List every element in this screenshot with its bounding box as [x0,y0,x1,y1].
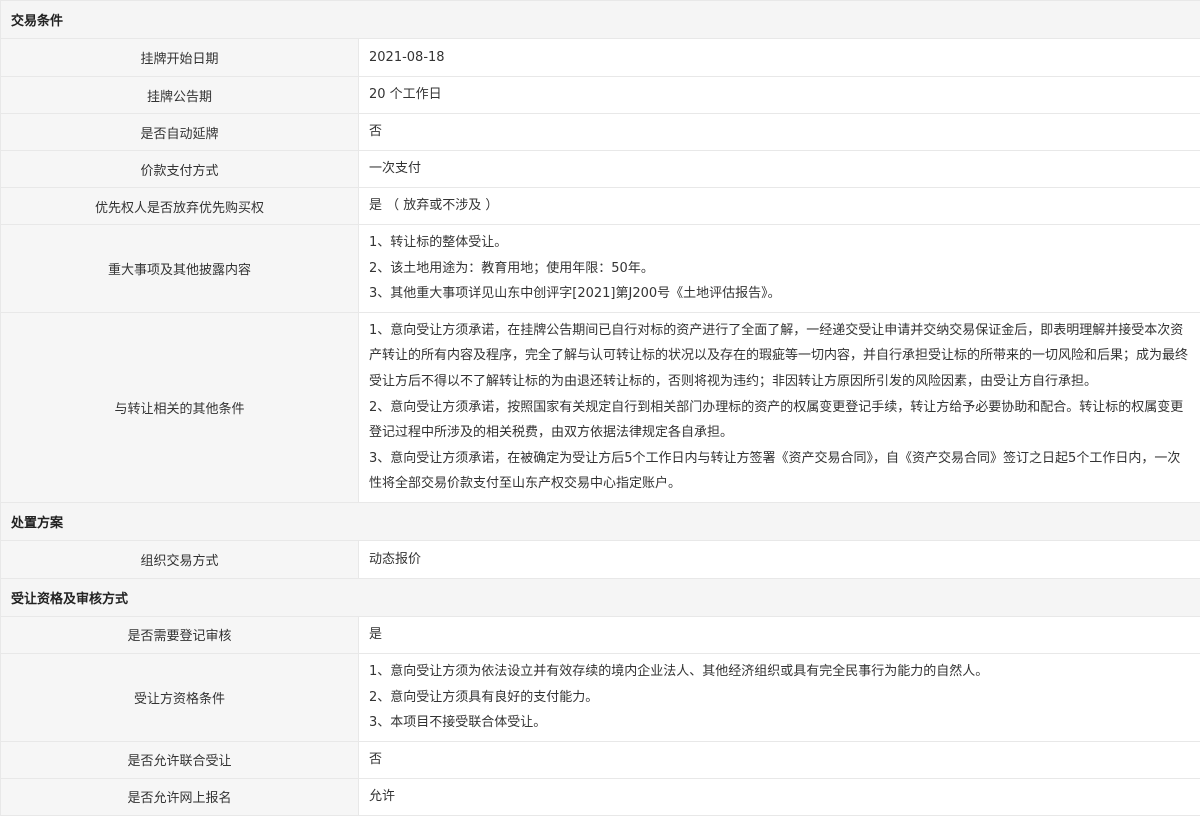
row-label: 重大事项及其他披露内容 [0,224,359,313]
table-row-listing-period: 挂牌公告期 20 个工作日 [0,76,1200,114]
transferee-qualification-value: 1、意向受让方须为依法设立并有效存续的境内企业法人、其他经济组织或具有完全民事行… [357,652,1200,742]
table-row-payment-method: 价款支付方式 一次支付 [0,150,1200,188]
major-matters-value: 1、转让标的整体受让。 2、该土地用途为：教育用地；使用年限：50年。 3、其他… [357,224,1200,313]
section-header-qualification: 受让资格及审核方式 [0,577,1200,617]
list-item: 3、其他重大事项详见山东中创评字[2021]第J200号《土地评估报告》。 [369,286,781,302]
list-item: 2、意向受让方须具有良好的支付能力。 [369,689,599,705]
list-item: 1、意向受让方须承诺，在挂牌公告期间已自行对标的资产进行了全面了解，一经递交受让… [369,322,1189,389]
row-label: 挂牌公告期 [0,76,359,114]
table-row-organize-method: 组织交易方式 动态报价 [0,539,1200,579]
listing-start-date: 2021-08-18 [357,38,1200,77]
list-item: 2、意向受让方须承诺，按照国家有关规定自行到相关部门办理标的资产的权属变更登记手… [369,399,1184,441]
table-row-registration-review: 是否需要登记审核 是 [0,615,1200,654]
row-label: 是否自动延牌 [0,113,359,151]
project-info-table: 交易条件 挂牌开始日期 2021-08-18 挂牌公告期 20 个工作日 是否自… [0,0,1200,816]
list-item: 3、本项目不接受联合体受让。 [369,715,547,731]
row-label: 挂牌开始日期 [0,38,359,77]
joint-transfer-value: 否 [357,740,1200,779]
other-conditions-value: 1、意向受让方须承诺，在挂牌公告期间已自行对标的资产进行了全面了解，一经递交受让… [357,311,1200,503]
row-label: 是否允许网上报名 [0,777,359,816]
row-label: 优先权人是否放弃优先购买权 [0,187,359,225]
section-title: 交易条件 [0,0,1200,39]
section-header-disposal-plan: 处置方案 [0,501,1200,541]
table-row-online-registration: 是否允许网上报名 允许 [0,777,1200,816]
preemptive-right-value: 是 （ 放弃或不涉及 ） [357,187,1200,225]
section-title: 受让资格及审核方式 [0,577,1200,617]
list-item: 1、转让标的整体受让。 [369,235,508,250]
payment-method-value: 一次支付 [357,150,1200,188]
list-item: 3、意向受让方须承诺，在被确定为受让方后5个工作日内与转让方签署《资产交易合同》… [369,450,1181,492]
row-label: 受让方资格条件 [0,652,359,742]
list-item: 2、该土地用途为：教育用地；使用年限：50年。 [369,260,654,276]
table-row-auto-extend: 是否自动延牌 否 [0,113,1200,151]
auto-extend-value: 否 [357,113,1200,151]
organize-method-value: 动态报价 [357,539,1200,579]
table-row-joint-transfer: 是否允许联合受让 否 [0,740,1200,779]
table-row-other-conditions: 与转让相关的其他条件 1、意向受让方须承诺，在挂牌公告期间已自行对标的资产进行了… [0,311,1200,503]
registration-review-value: 是 [357,615,1200,654]
online-registration-value: 允许 [357,777,1200,816]
listing-period-value: 20 个工作日 [357,76,1200,114]
section-title: 处置方案 [0,501,1200,541]
row-label: 是否需要登记审核 [0,615,359,654]
table-row-preemptive-right: 优先权人是否放弃优先购买权 是 （ 放弃或不涉及 ） [0,187,1200,225]
row-label: 与转让相关的其他条件 [0,311,359,503]
row-label: 是否允许联合受让 [0,740,359,779]
table-row-major-matters: 重大事项及其他披露内容 1、转让标的整体受让。 2、该土地用途为：教育用地；使用… [0,224,1200,313]
row-label: 价款支付方式 [0,150,359,188]
section-header-trade-conditions: 交易条件 [0,0,1200,39]
list-item: 1、意向受让方须为依法设立并有效存续的境内企业法人、其他经济组织或具有完全民事行… [369,663,989,679]
row-label: 组织交易方式 [0,539,359,579]
table-row-transferee-qualification: 受让方资格条件 1、意向受让方须为依法设立并有效存续的境内企业法人、其他经济组织… [0,652,1200,742]
table-row-listing-start: 挂牌开始日期 2021-08-18 [0,38,1200,77]
